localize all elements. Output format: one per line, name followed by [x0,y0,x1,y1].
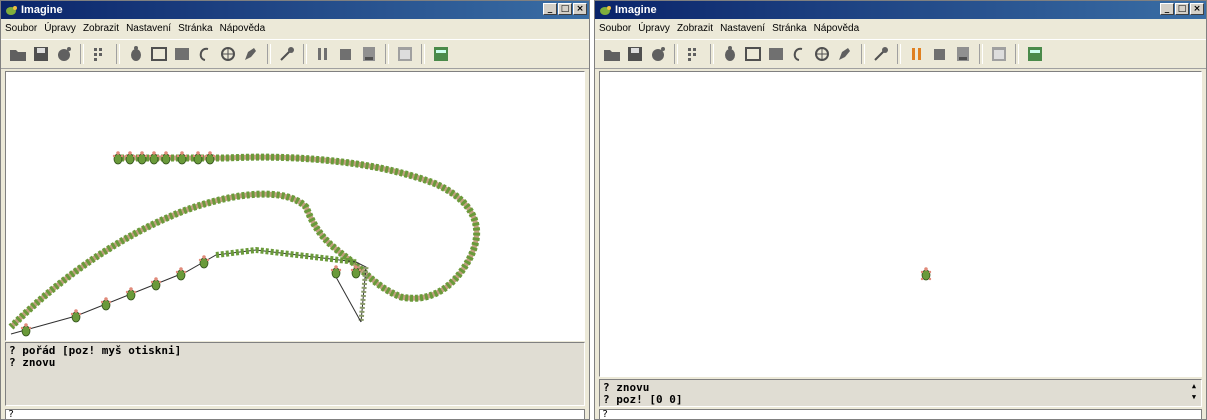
menu-stranka[interactable]: Stránka [178,23,212,34]
scroll-down-icon[interactable]: ▼ [1189,392,1199,403]
grid-icon[interactable] [91,45,109,63]
save-icon[interactable] [626,45,644,63]
open-folder-icon[interactable] [9,45,27,63]
imagine-app-icon [6,6,17,15]
menu-upravy[interactable]: Úpravy [638,23,670,34]
menu-upravy[interactable]: Úpravy [44,23,76,34]
close-button[interactable]: × [573,3,587,15]
rectangle-icon[interactable] [150,45,168,63]
toolbar [1,39,589,69]
stop-icon[interactable] [337,45,355,63]
turtle-icon[interactable] [127,45,145,63]
minimize-button[interactable]: _ [543,3,557,15]
rectangle-icon[interactable] [744,45,762,63]
menu-soubor[interactable]: Soubor [5,23,37,34]
lasso-icon[interactable] [196,45,214,63]
history-scrollbar[interactable]: ▲ ▼ [1189,381,1199,405]
history-line: ? poz! [0 0] [603,393,683,406]
menu-zobrazit[interactable]: Zobrazit [677,23,713,34]
page-icon[interactable] [954,45,972,63]
menu-napoveda[interactable]: Nápověda [814,23,860,34]
toolbar-separator [421,44,425,64]
toolbar-separator [385,44,389,64]
turtle-sprite[interactable] [920,267,932,281]
title-bar[interactable]: Imagine _ □ × [1,1,589,19]
menu-bar: Soubor Úpravy Zobrazit Nastavení Stránka… [1,19,589,38]
toolbar-separator [979,44,983,64]
menu-nastaveni[interactable]: Nastavení [126,23,171,34]
minimize-button[interactable]: _ [1160,3,1174,15]
stop-icon[interactable] [931,45,949,63]
history-line: ? pořád [poz! myš otiskni] [9,344,182,357]
imagine-app-icon [600,6,611,15]
stamp-icon[interactable] [813,45,831,63]
history-line: ? znovu [603,381,650,394]
toolbar-separator [1015,44,1019,64]
history-pane[interactable]: ? znovu ? poz! [0 0] ▲ ▼ [599,379,1202,407]
panel-icon[interactable] [1026,45,1044,63]
command-input[interactable]: ? [5,409,585,419]
toolbar-separator [267,44,271,64]
toolbar-separator [303,44,307,64]
toolbar-separator [861,44,865,64]
history-pane[interactable]: ? pořád [poz! myš otiskni] ? znovu [5,342,585,406]
command-input[interactable]: ? [599,409,1202,419]
save-icon[interactable] [32,45,50,63]
toolbar-separator [80,44,84,64]
toolbar-separator [674,44,678,64]
filled-rectangle-icon[interactable] [173,45,191,63]
stamp-icon[interactable] [219,45,237,63]
maximize-button[interactable]: □ [558,3,572,15]
magic-icon[interactable] [278,45,296,63]
toolbar-separator [116,44,120,64]
toolbar-separator [710,44,714,64]
grid-icon[interactable] [685,45,703,63]
menu-soubor[interactable]: Soubor [599,23,631,34]
drawing-canvas[interactable] [599,71,1202,377]
menu-stranka[interactable]: Stránka [772,23,806,34]
pause-icon[interactable] [908,45,926,63]
panel-icon[interactable] [432,45,450,63]
maximize-button[interactable]: □ [1175,3,1189,15]
turtle-icon[interactable] [721,45,739,63]
history-line: ? znovu [9,356,56,369]
lasso-icon[interactable] [790,45,808,63]
page-icon[interactable] [360,45,378,63]
filled-rectangle-icon[interactable] [767,45,785,63]
pen-icon[interactable] [242,45,260,63]
turtle-shell-icon[interactable] [55,45,73,63]
window-title: Imagine [615,4,657,16]
window-icon[interactable] [396,45,414,63]
imagine-window-left: Imagine _ □ × Soubor Úpravy Zobrazit Nas… [0,0,590,420]
toolbar-separator [897,44,901,64]
close-button[interactable]: × [1190,3,1204,15]
toolbar [595,39,1206,69]
open-folder-icon[interactable] [603,45,621,63]
window-title: Imagine [21,4,63,16]
menu-zobrazit[interactable]: Zobrazit [83,23,119,34]
imagine-window-right: Imagine _ □ × Soubor Úpravy Zobrazit Nas… [594,0,1207,420]
menu-bar: Soubor Úpravy Zobrazit Nastavení Stránka… [595,19,1206,38]
scroll-up-icon[interactable]: ▲ [1189,381,1199,392]
pause-icon[interactable] [314,45,332,63]
drawing-canvas[interactable] [5,71,585,341]
menu-napoveda[interactable]: Nápověda [220,23,266,34]
pen-icon[interactable] [836,45,854,63]
title-bar[interactable]: Imagine _ □ × [595,1,1206,19]
menu-nastaveni[interactable]: Nastavení [720,23,765,34]
turtle-shell-icon[interactable] [649,45,667,63]
magic-icon[interactable] [872,45,890,63]
window-icon[interactable] [990,45,1008,63]
